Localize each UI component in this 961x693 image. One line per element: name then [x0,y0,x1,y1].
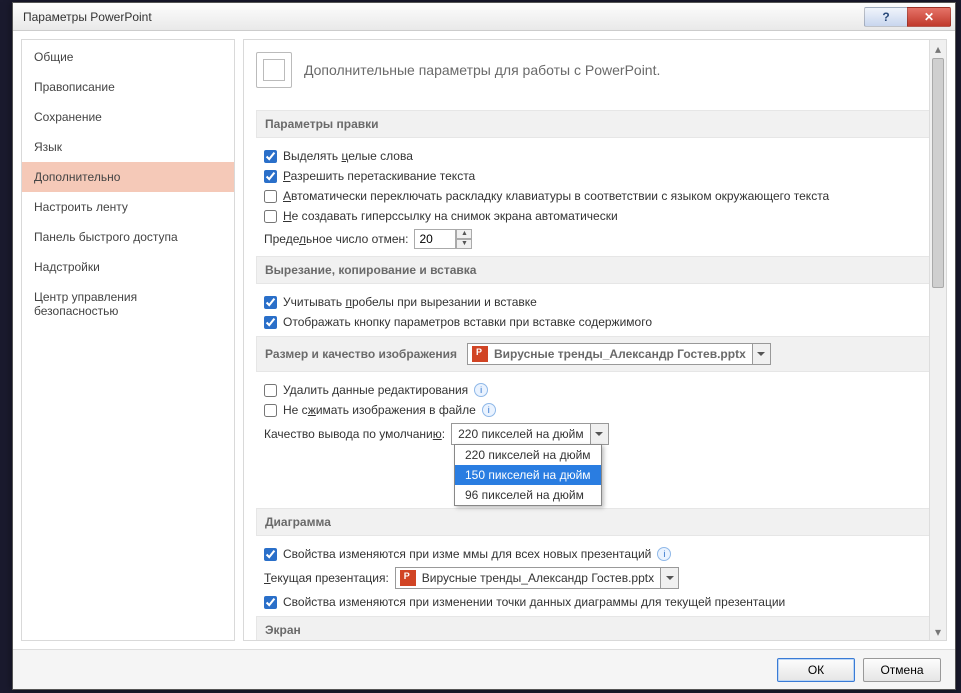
sidebar-item-trust-center[interactable]: Центр управления безопасностью [22,282,234,326]
sidebar-item-quick-access[interactable]: Панель быстрого доступа [22,222,234,252]
row-default-quality: Качество вывода по умолчанию: 220 пиксел… [256,420,940,448]
checkbox-no-compress[interactable] [264,404,277,417]
section-screen: Экран [256,616,940,640]
page-icon [256,52,292,88]
checkbox-drag-drop[interactable] [264,170,277,183]
main-panel: Дополнительные параметры для работы с Po… [243,39,947,641]
section-editing: Параметры правки [256,110,940,138]
label-select-whole-words: Выделять целые слова [283,149,413,163]
close-button[interactable]: ✕ [907,7,951,27]
titlebar: Параметры PowerPoint ? ✕ [13,3,955,31]
cancel-button[interactable]: Отмена [863,658,941,682]
dropdown-option[interactable]: 220 пикселей на дюйм [455,445,601,465]
row-current-presentation: Текущая презентация: Вирусные тренды_Але… [256,564,940,592]
help-button[interactable]: ? [864,7,908,27]
label-no-hyperlink: Не создавать гиперссылку на снимок экран… [283,209,618,223]
powerpoint-icon [400,570,416,586]
combo-current-presentation-text: Вирусные тренды_Александр Гостев.pptx [420,571,660,585]
vertical-scrollbar[interactable]: ▴ ▾ [929,40,946,640]
row-auto-keyboard: Автоматически переключать раскладку клав… [256,186,940,206]
row-smart-cut: Учитывать пробелы при вырезании и вставк… [256,292,940,312]
sidebar-item-proofing[interactable]: Правописание [22,72,234,102]
page-header: Дополнительные параметры для работы с Po… [256,40,940,106]
checkbox-paste-options[interactable] [264,316,277,329]
checkbox-no-hyperlink[interactable] [264,210,277,223]
checkbox-select-whole-words[interactable] [264,150,277,163]
label-chart-props-current: Свойства изменяются при изменении точки … [283,595,785,609]
combo-default-quality[interactable]: 220 пикселей на дюйм [451,423,609,445]
section-chart: Диаграмма [256,508,940,536]
dropdown-option[interactable]: 150 пикселей на дюйм [455,465,601,485]
powerpoint-icon [472,346,488,362]
dropdown-quality-options[interactable]: 220 пикселей на дюйм 150 пикселей на дюй… [454,444,602,506]
chevron-down-icon[interactable] [752,344,770,364]
dialog-footer: ОК Отмена [13,649,955,689]
label-auto-keyboard: Автоматически переключать раскладку клав… [283,189,829,203]
options-dialog: Параметры PowerPoint ? ✕ Общие Правописа… [12,2,956,690]
section-image: Размер и качество изображения Вирусные т… [256,336,940,372]
spinner-down-icon[interactable]: ▼ [456,239,472,249]
row-paste-options: Отображать кнопку параметров вставки при… [256,312,940,332]
checkbox-chart-props-current[interactable] [264,596,277,609]
label-smart-cut: Учитывать пробелы при вырезании и вставк… [283,295,537,309]
label-default-quality: Качество вывода по умолчанию: [264,427,445,441]
chevron-down-icon[interactable] [660,568,678,588]
window-title: Параметры PowerPoint [23,10,865,24]
row-no-compress: Не сжимать изображения в файле i [256,400,940,420]
sidebar-item-language[interactable]: Язык [22,132,234,162]
sidebar-item-save[interactable]: Сохранение [22,102,234,132]
sidebar-item-customize-ribbon[interactable]: Настроить ленту [22,192,234,222]
label-paste-options: Отображать кнопку параметров вставки при… [283,315,652,329]
ok-button[interactable]: ОК [777,658,855,682]
label-chart-props-all: Свойства изменяются при изме ммы для все… [283,547,651,561]
label-current-presentation: Текущая презентация: [264,571,389,585]
dialog-body: Общие Правописание Сохранение Язык Допол… [13,31,955,649]
dropdown-option[interactable]: 96 пикселей на дюйм [455,485,601,505]
info-icon[interactable]: i [474,383,488,397]
row-undo-limit: Предельное число отмен: ▲▼ [256,226,940,252]
section-image-title: Размер и качество изображения [265,347,457,361]
chevron-down-icon[interactable] [590,424,608,444]
combo-current-presentation[interactable]: Вирусные тренды_Александр Гостев.pptx [395,567,679,589]
category-sidebar: Общие Правописание Сохранение Язык Допол… [21,39,235,641]
combo-image-file-text: Вирусные тренды_Александр Гостев.pptx [492,347,752,361]
combo-image-file[interactable]: Вирусные тренды_Александр Гостев.pptx [467,343,771,365]
checkbox-smart-cut[interactable] [264,296,277,309]
row-select-whole-words: Выделять целые слова [256,146,940,166]
info-icon[interactable]: i [482,403,496,417]
scroll-down-icon[interactable]: ▾ [930,623,946,640]
scroll-up-icon[interactable]: ▴ [930,40,946,57]
combo-default-quality-text: 220 пикселей на дюйм [452,427,590,441]
row-chart-props-all: Свойства изменяются при изме ммы для все… [256,544,940,564]
sidebar-item-advanced[interactable]: Дополнительно [22,162,234,192]
main-scroll[interactable]: Дополнительные параметры для работы с Po… [244,40,946,640]
row-discard-edit: Удалить данные редактирования i [256,380,940,400]
spinner-undo-limit[interactable]: ▲▼ [414,229,472,249]
checkbox-chart-props-all[interactable] [264,548,277,561]
row-no-hyperlink: Не создавать гиперссылку на снимок экран… [256,206,940,226]
label-discard-edit: Удалить данные редактирования [283,383,468,397]
spinner-up-icon[interactable]: ▲ [456,229,472,239]
input-undo-limit[interactable] [414,229,456,249]
scrollbar-thumb[interactable] [932,58,944,288]
info-icon[interactable]: i [657,547,671,561]
label-drag-drop: Разрешить перетаскивание текста [283,169,475,183]
row-chart-props-current: Свойства изменяются при изменении точки … [256,592,940,612]
sidebar-item-general[interactable]: Общие [22,42,234,72]
sidebar-item-addins[interactable]: Надстройки [22,252,234,282]
checkbox-discard-edit[interactable] [264,384,277,397]
label-no-compress: Не сжимать изображения в файле [283,403,476,417]
page-subtitle: Дополнительные параметры для работы с Po… [304,62,660,78]
section-clipboard: Вырезание, копирование и вставка [256,256,940,284]
row-drag-drop: Разрешить перетаскивание текста [256,166,940,186]
label-undo-limit: Предельное число отмен: [264,232,408,246]
checkbox-auto-keyboard[interactable] [264,190,277,203]
